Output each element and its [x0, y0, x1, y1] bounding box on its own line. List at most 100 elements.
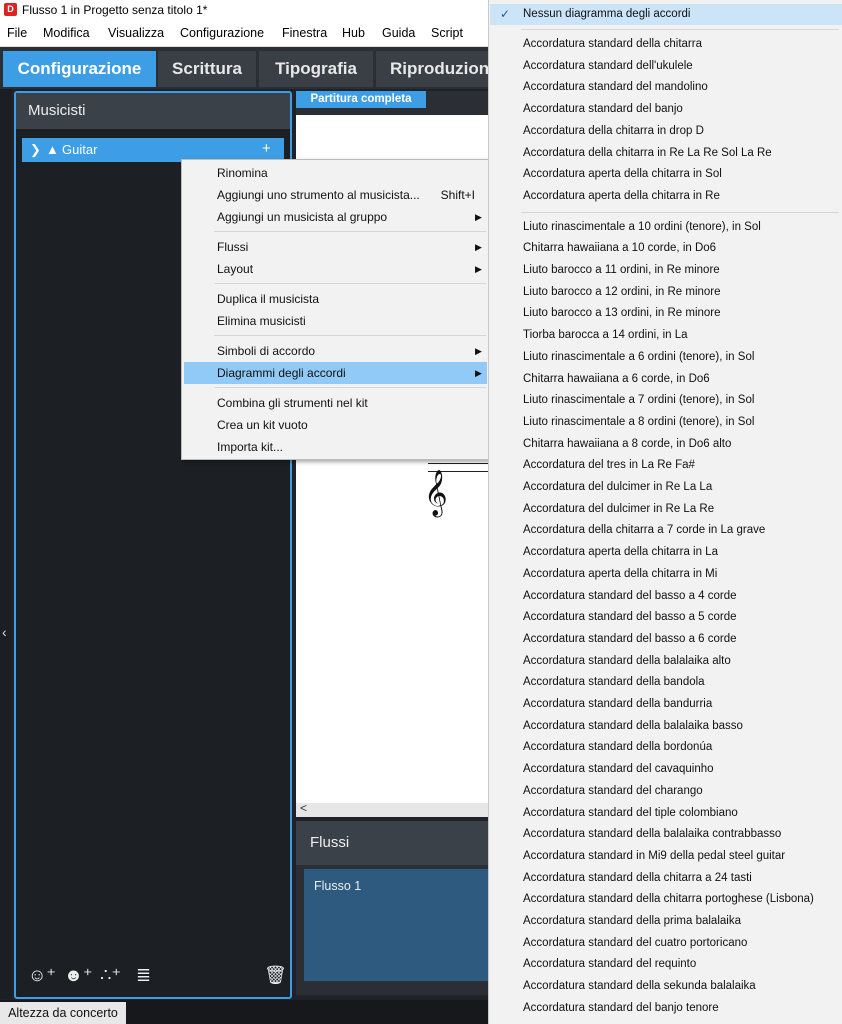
menu-guida[interactable]: Guida [382, 26, 415, 40]
add-ensemble-icon[interactable]: ∴⁺ [100, 965, 121, 986]
submenu-item[interactable]: Accordatura standard della chitarra [490, 34, 842, 55]
submenu-item[interactable]: Accordatura aperta della chitarra in Re [490, 186, 842, 207]
menu-modifica[interactable]: Modifica [43, 26, 90, 40]
submenu-item[interactable]: Accordatura standard della bordonúa [490, 737, 842, 758]
submenu-item[interactable]: Accordatura standard della bandola [490, 672, 842, 693]
menu-item-add-player-to-group[interactable]: Aggiungi un musicista al gruppo ▶ [184, 206, 487, 228]
players-toolbar: ☺⁺ ☻⁺ ∴⁺ ≣ 🗑 [28, 965, 287, 991]
submenu-item-label: Accordatura del tres in La Re Fa# [523, 459, 695, 472]
menu-item-delete-players[interactable]: Elimina musicisti [184, 310, 487, 332]
mode-tab-scrittura[interactable]: Scrittura [158, 51, 256, 87]
submenu-item[interactable]: Accordatura standard del banjo tenore [490, 998, 842, 1019]
menu-separator [521, 29, 839, 30]
submenu-item[interactable]: Liuto barocco a 12 ordini, in Re minore [490, 282, 842, 303]
submenu-item[interactable]: Accordatura standard del basso a 4 corde [490, 586, 842, 607]
submenu-item[interactable]: Accordatura standard del requinto [490, 954, 842, 975]
menu-script[interactable]: Script [431, 26, 463, 40]
submenu-item[interactable]: Accordatura standard della balalaika bas… [490, 716, 842, 737]
submenu-item[interactable]: Accordatura standard del basso a 6 corde [490, 629, 842, 650]
submenu-item[interactable]: Accordatura standard della bandurria [490, 694, 842, 715]
submenu-item-label: Accordatura standard in Mi9 della pedal … [523, 849, 786, 862]
submenu-item[interactable]: Accordatura standard della prima balalai… [490, 911, 842, 932]
submenu-item[interactable]: Accordatura standard della sekunda balal… [490, 976, 842, 997]
menu-item-duplicate-player[interactable]: Duplica il musicista [184, 288, 487, 310]
submenu-item[interactable]: Liuto rinascimentale a 10 ordini (tenore… [490, 217, 842, 238]
submenu-item-label: Accordatura standard della sekunda balal… [523, 980, 756, 993]
submenu-item[interactable]: Accordatura aperta della chitarra in Sol [490, 164, 842, 185]
menu-hub[interactable]: Hub [342, 26, 365, 40]
submenu-item[interactable]: Accordatura del tres in La Re Fa# [490, 455, 842, 476]
chevron-right-icon[interactable]: ❯ [30, 138, 41, 162]
submenu-item[interactable]: Accordatura del dulcimer in Re La La [490, 477, 842, 498]
flow-card[interactable]: Flusso 1 [304, 869, 496, 981]
concert-pitch-button[interactable]: Altezza da concerto [0, 1002, 126, 1024]
submenu-item[interactable]: Accordatura standard del cuatro portoric… [490, 933, 842, 954]
person-icon: ▲ [46, 142, 59, 157]
menu-file[interactable]: File [7, 26, 27, 40]
mode-tab-riproduzione[interactable]: Riproduzion [376, 51, 489, 87]
submenu-item[interactable]: Liuto barocco a 11 ordini, in Re minore [490, 260, 842, 281]
submenu-item[interactable]: Chitarra hawaiiana a 8 corde, in Do6 alt… [490, 434, 842, 455]
submenu-item[interactable]: Accordatura standard del tiple colombian… [490, 803, 842, 824]
submenu-item[interactable]: Accordatura standard del charango [490, 781, 842, 802]
submenu-item-label: Accordatura standard del banjo [523, 103, 683, 116]
add-solo-player-icon[interactable]: ☺⁺ [28, 965, 56, 986]
add-group-icon[interactable]: ≣ [136, 965, 151, 986]
horizontal-scrollbar[interactable]: < [296, 801, 496, 817]
mode-tab-configurazione[interactable]: Configurazione [3, 51, 156, 87]
submenu-item[interactable]: Accordatura standard della balalaika alt… [490, 651, 842, 672]
submenu-item[interactable]: Tiorba barocca a 14 ordini, in La [490, 325, 842, 346]
submenu-item-label: Accordatura standard della balalaika alt… [523, 654, 731, 667]
submenu-item-label: Chitarra hawaiiana a 10 corde, in Do6 [523, 242, 717, 255]
submenu-item[interactable]: Accordatura aperta della chitarra in Mi [490, 564, 842, 585]
submenu-item[interactable]: Accordatura standard in Mi9 della pedal … [490, 846, 842, 867]
submenu-item[interactable]: Accordatura della chitarra in drop D [490, 121, 842, 142]
submenu-item[interactable]: Liuto rinascimentale a 7 ordini (tenore)… [490, 390, 842, 411]
players-panel-title: Musicisti [28, 102, 86, 119]
menu-visualizza[interactable]: Visualizza [108, 26, 164, 40]
menu-item-combine-kit[interactable]: Combina gli strumenti nel kit [184, 392, 487, 414]
submenu-item[interactable]: Accordatura standard dell'ukulele [490, 56, 842, 77]
submenu-item[interactable]: Accordatura della chitarra a 7 corde in … [490, 520, 842, 541]
submenu-item[interactable]: Accordatura aperta della chitarra in La [490, 542, 842, 563]
submenu-item[interactable]: Liuto rinascimentale a 6 ordini (tenore)… [490, 347, 842, 368]
menu-item-rinomina[interactable]: Rinomina [184, 162, 487, 184]
menu-separator [214, 283, 486, 284]
tab-partitura-completa[interactable]: Partitura completa [296, 91, 426, 108]
delete-icon[interactable]: 🗑 [264, 965, 287, 986]
menu-item-chord-symbols[interactable]: Simboli di accordo ▶ [184, 340, 487, 362]
submenu-item[interactable]: Chitarra hawaiiana a 10 corde, in Do6 [490, 238, 842, 259]
submenu-item-label: Liuto rinascimentale a 6 ordini (tenore)… [523, 350, 755, 363]
plus-icon[interactable]: + [262, 137, 271, 161]
submenu-item[interactable]: Accordatura standard della balalaika con… [490, 824, 842, 845]
submenu-item[interactable]: ✓ Nessun diagramma degli accordi [490, 4, 842, 25]
add-section-player-icon[interactable]: ☻⁺ [64, 965, 92, 986]
left-panel-toggle[interactable]: ‹ [0, 89, 12, 999]
submenu-item[interactable]: Accordatura standard della chitarra port… [490, 889, 842, 910]
scroll-left-icon[interactable]: < [300, 801, 307, 815]
menu-item-add-instrument[interactable]: Aggiungi uno strumento al musicista... Sh… [184, 184, 487, 206]
submenu-item[interactable]: Accordatura standard del banjo [490, 99, 842, 120]
submenu-item-label: Liuto barocco a 12 ordini, in Re minore [523, 285, 721, 298]
submenu-item[interactable]: Accordatura standard del basso a 5 corde [490, 607, 842, 628]
submenu-item[interactable]: Chitarra hawaiiana a 6 corde, in Do6 [490, 369, 842, 390]
submenu-item[interactable]: Liuto rinascimentale a 8 ordini (tenore)… [490, 412, 842, 433]
submenu-item[interactable]: Accordatura standard del cavaquinho [490, 759, 842, 780]
submenu-item-label: Chitarra hawaiiana a 8 corde, in Do6 alt… [523, 437, 732, 450]
submenu-item[interactable]: Accordatura standard della chitarra a 24… [490, 868, 842, 889]
submenu-item-label: Accordatura aperta della chitarra in Sol [523, 168, 722, 181]
menu-item-layout[interactable]: Layout ▶ [184, 258, 487, 280]
submenu-item[interactable]: Accordatura del dulcimer in Re La Re [490, 499, 842, 520]
submenu-item-label: Accordatura standard del charango [523, 784, 703, 797]
menu-configurazione[interactable]: Configurazione [180, 26, 264, 40]
mode-tab-tipografia[interactable]: Tipografia [259, 51, 373, 87]
submenu-item[interactable]: Liuto barocco a 13 ordini, in Re minore [490, 303, 842, 324]
menu-item-flussi[interactable]: Flussi ▶ [184, 236, 487, 258]
menu-item-chord-diagrams[interactable]: Diagrammi degli accordi ▶ [184, 362, 487, 384]
submenu-item[interactable]: Accordatura della chitarra in Re La Re S… [490, 143, 842, 164]
menu-item-import-kit[interactable]: Importa kit... [184, 436, 487, 458]
menu-item-new-empty-kit[interactable]: Crea un kit vuoto [184, 414, 487, 436]
dorico-logo-icon: D [4, 3, 17, 16]
submenu-item[interactable]: Accordatura standard del mandolino [490, 77, 842, 98]
menu-finestra[interactable]: Finestra [282, 26, 327, 40]
